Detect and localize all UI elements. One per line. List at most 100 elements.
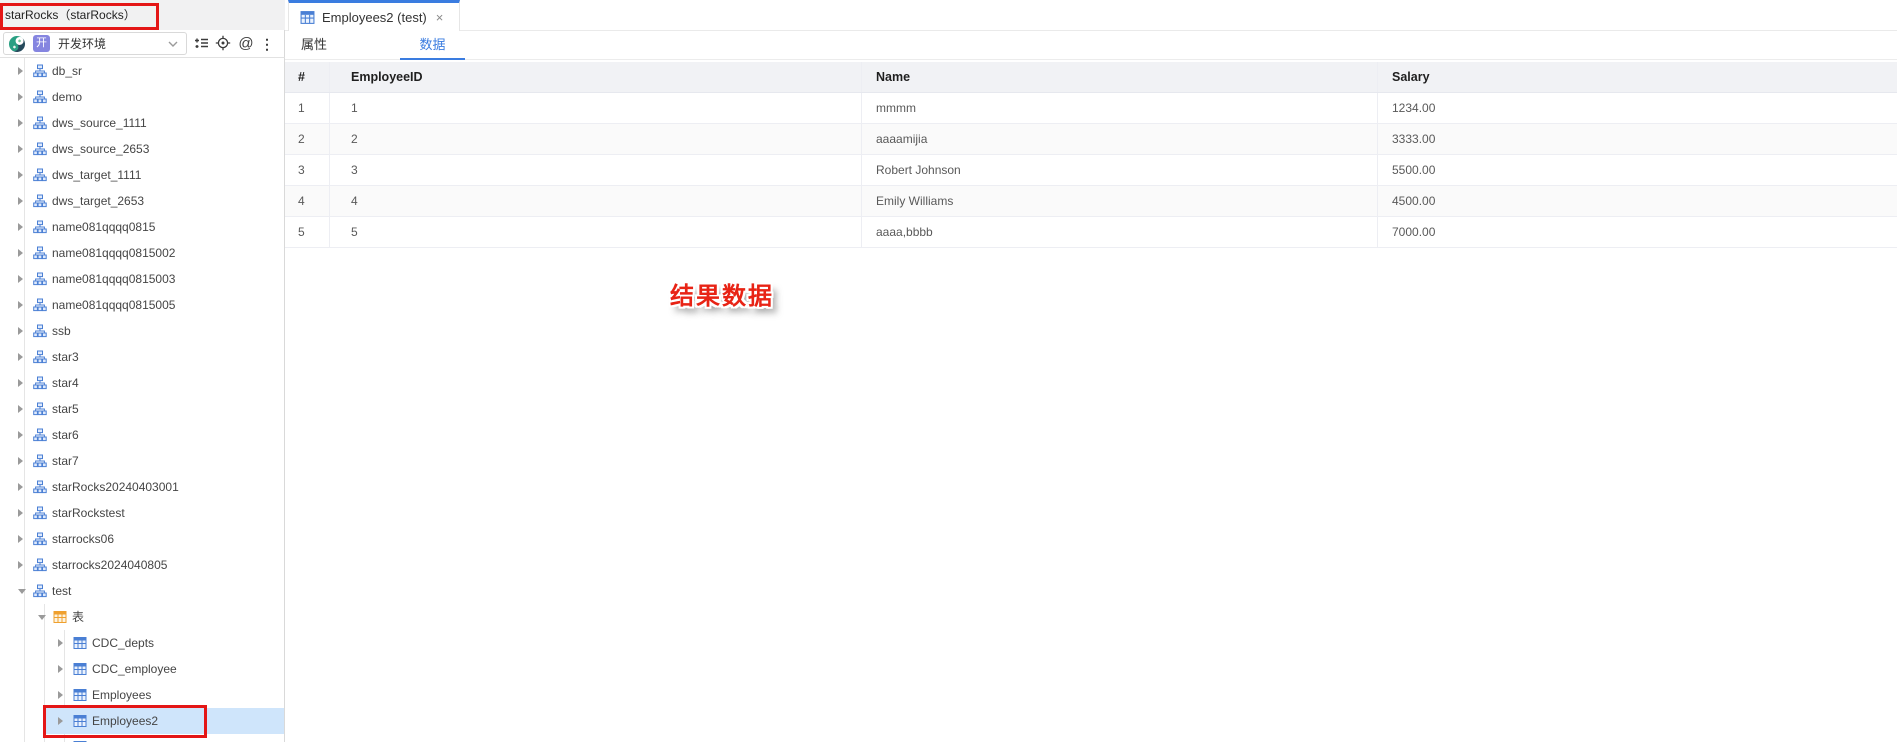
- tree-row[interactable]: CDC_employee: [0, 656, 284, 682]
- tree-node-icon: [33, 402, 47, 416]
- environment-label: 开发环境: [58, 37, 107, 51]
- tree-expander-icon[interactable]: [58, 665, 63, 673]
- tree-expander-icon[interactable]: [18, 275, 23, 283]
- grid-cell[interactable]: Emily Williams: [862, 186, 1378, 216]
- tree-expander-icon[interactable]: [18, 353, 23, 361]
- grid-header-cell[interactable]: Salary: [1378, 62, 1897, 92]
- tree-row[interactable]: starrocks06: [0, 526, 284, 552]
- tree-expander-icon[interactable]: [18, 457, 23, 465]
- tree-expander-icon[interactable]: [18, 327, 23, 335]
- grid-header-cell[interactable]: EmployeeID: [330, 62, 862, 92]
- grid-cell[interactable]: 2: [285, 124, 330, 154]
- grid-cell[interactable]: 1: [285, 93, 330, 123]
- environment-selector[interactable]: 开 开发环境: [3, 32, 187, 55]
- tree-expander-icon[interactable]: [18, 119, 23, 127]
- grid-header-cell[interactable]: #: [285, 62, 330, 92]
- tree-expander-icon[interactable]: [18, 93, 23, 101]
- tree-expander-icon[interactable]: [18, 509, 23, 517]
- tree-row[interactable]: star4: [0, 370, 284, 396]
- grid-cell[interactable]: 5: [330, 217, 862, 247]
- tree-row[interactable]: demo: [0, 84, 284, 110]
- tree-row[interactable]: starRocks20240403001: [0, 474, 284, 500]
- tree-row[interactable]: name081qqqq0815003: [0, 266, 284, 292]
- tab-close-icon[interactable]: ×: [436, 10, 444, 25]
- tree-row[interactable]: ssb: [0, 318, 284, 344]
- tree-row[interactable]: starRockstest: [0, 500, 284, 526]
- tree-row[interactable]: dws_source_2653: [0, 136, 284, 162]
- tree-row[interactable]: dws_source_1111: [0, 110, 284, 136]
- tab-data[interactable]: 数据: [400, 31, 465, 59]
- tree-expander-icon[interactable]: [18, 223, 23, 231]
- tree-row[interactable]: star3: [0, 344, 284, 370]
- tree-row[interactable]: CDC_depts: [0, 630, 284, 656]
- tab-employees2[interactable]: Employees2 (test) ×: [288, 0, 460, 31]
- tree-expander-icon[interactable]: [18, 405, 23, 413]
- tree-node-label: test: [52, 584, 72, 598]
- grid-cell[interactable]: 4500.00: [1378, 186, 1897, 216]
- tree-node-label: dws_target_1111: [52, 168, 142, 182]
- grid-cell[interactable]: Robert Johnson: [862, 155, 1378, 185]
- tree-row[interactable]: name081qqqq0815: [0, 214, 284, 240]
- tree-expander-icon[interactable]: [18, 431, 23, 439]
- grid-cell[interactable]: 2: [330, 124, 862, 154]
- grid-header-row: # EmployeeID Name Salary: [285, 62, 1897, 93]
- tree-node-icon: [73, 636, 87, 650]
- tree-node-icon: [33, 324, 47, 338]
- tree-expander-icon[interactable]: [18, 249, 23, 257]
- tree-row[interactable]: star7: [0, 448, 284, 474]
- grid-row[interactable]: 3 3 Robert Johnson 5500.00: [285, 155, 1897, 186]
- tree-expander-icon[interactable]: [58, 691, 63, 699]
- grid-cell[interactable]: 5500.00: [1378, 155, 1897, 185]
- tree-expander-icon[interactable]: [18, 589, 26, 594]
- tree-expander-icon[interactable]: [18, 67, 23, 75]
- more-vertical-icon[interactable]: ⋮: [258, 35, 276, 53]
- grid-cell[interactable]: aaaa,bbbb: [862, 217, 1378, 247]
- grid-cell[interactable]: mmmm: [862, 93, 1378, 123]
- mention-icon[interactable]: @: [237, 35, 255, 53]
- grid-row[interactable]: 5 5 aaaa,bbbb 7000.00: [285, 217, 1897, 248]
- tree-row[interactable]: test: [0, 578, 284, 604]
- tree-node-icon: [33, 194, 47, 208]
- tree-expander-icon[interactable]: [18, 561, 23, 569]
- grid-row[interactable]: 4 4 Emily Williams 4500.00: [285, 186, 1897, 217]
- grid-cell[interactable]: 4: [330, 186, 862, 216]
- grid-cell[interactable]: 3: [285, 155, 330, 185]
- tree-node-label: star4: [52, 376, 79, 390]
- tree-expander-icon[interactable]: [38, 615, 46, 620]
- grid-cell[interactable]: aaaamijia: [862, 124, 1378, 154]
- grid-cell[interactable]: 3333.00: [1378, 124, 1897, 154]
- tree-row[interactable]: 表: [0, 604, 284, 630]
- tree-row[interactable]: name081qqqq0815005: [0, 292, 284, 318]
- grid-row[interactable]: 2 2 aaaamijia 3333.00: [285, 124, 1897, 155]
- grid-cell[interactable]: 4: [285, 186, 330, 216]
- tree-row[interactable]: dws_target_1111: [0, 162, 284, 188]
- environment-badge: 开: [33, 35, 50, 52]
- tree-node-icon: [33, 90, 47, 104]
- tree-expander-icon[interactable]: [18, 535, 23, 543]
- tree-row[interactable]: star5: [0, 396, 284, 422]
- grid-cell[interactable]: 1: [330, 93, 862, 123]
- tree-row[interactable]: db_sr: [0, 58, 284, 84]
- grid-row[interactable]: 1 1 mmmm 1234.00: [285, 93, 1897, 124]
- tab-properties[interactable]: 属性: [293, 31, 335, 59]
- grid-header-cell[interactable]: Name: [862, 62, 1378, 92]
- tree-expander-icon[interactable]: [18, 483, 23, 491]
- tree-expander-icon[interactable]: [18, 197, 23, 205]
- tree-expander-icon[interactable]: [18, 145, 23, 153]
- grid-cell[interactable]: 1234.00: [1378, 93, 1897, 123]
- tree-row[interactable]: name081qqqq0815002: [0, 240, 284, 266]
- grid-cell[interactable]: 3: [330, 155, 862, 185]
- tree-row[interactable]: starrocks2024040805: [0, 552, 284, 578]
- tree-row[interactable]: star6: [0, 422, 284, 448]
- grid-cell[interactable]: 7000.00: [1378, 217, 1897, 247]
- locate-target-icon[interactable]: [214, 35, 232, 53]
- annotation-box-employees2: [43, 705, 207, 738]
- tree-expander-icon[interactable]: [18, 171, 23, 179]
- tree-row[interactable]: dws_target_2653: [0, 188, 284, 214]
- tree-expander-icon[interactable]: [18, 379, 23, 387]
- tree-expander-icon[interactable]: [58, 639, 63, 647]
- tree-node-label: star3: [52, 350, 79, 364]
- list-settings-icon[interactable]: [192, 35, 210, 53]
- tree-expander-icon[interactable]: [18, 301, 23, 309]
- grid-cell[interactable]: 5: [285, 217, 330, 247]
